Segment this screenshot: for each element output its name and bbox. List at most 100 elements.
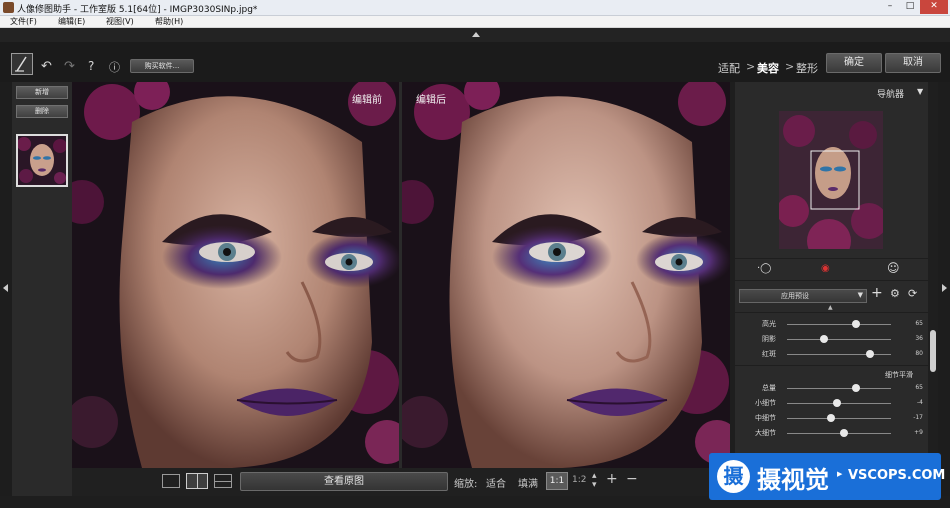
zoom-out-button[interactable]: − (626, 471, 638, 487)
zoom-1-2-button[interactable]: 1:2 (572, 475, 586, 485)
help-icon[interactable]: ? (88, 59, 94, 73)
collapse-handle-icon[interactable]: ▲ (828, 304, 833, 311)
add-preset-icon[interactable]: + (871, 285, 883, 301)
slider-row[interactable]: 小细节 -4 (735, 397, 928, 411)
reset-icon[interactable]: ⟳ (908, 287, 917, 300)
zoom-1-1-button[interactable]: 1:1 (546, 472, 568, 490)
navigator-preview[interactable] (779, 111, 883, 249)
preset-select[interactable]: 应用预设 ▼ (739, 289, 867, 303)
maximize-button[interactable]: □ (900, 0, 920, 14)
close-button[interactable]: ✕ (920, 0, 948, 14)
menu-help[interactable]: 帮助(H) (155, 16, 183, 28)
face-target-icon[interactable]: ·◯ (757, 263, 771, 274)
slider-row[interactable]: 红斑 80 (735, 348, 928, 362)
chevron-down-icon: ▼ (857, 291, 863, 299)
gear-icon[interactable]: ⚙ (890, 287, 900, 300)
image-viewer[interactable]: 编辑前 编辑后 (72, 82, 730, 468)
zoom-label: 缩放: (454, 479, 478, 490)
before-photo (72, 82, 399, 468)
watermark-badge: 摄 (717, 460, 750, 493)
slider-track[interactable] (787, 339, 891, 340)
cancel-button[interactable]: 取消 (885, 53, 941, 73)
slider-row[interactable]: 大细节 +9 (735, 427, 928, 441)
slider-label: 高光 (762, 320, 776, 328)
navigator-title: 导航器 (877, 90, 905, 100)
minimize-button[interactable]: – (880, 0, 900, 14)
slider-track[interactable] (787, 433, 891, 434)
delete-button[interactable]: 删除 (16, 105, 68, 118)
red-eye-icon[interactable]: ◉ (821, 263, 830, 274)
slider-row[interactable]: 阴影 36 (735, 333, 928, 347)
slider-label: 红斑 (762, 350, 776, 358)
crop-tool-icon[interactable] (11, 53, 33, 75)
right-panel-scrollbar[interactable] (928, 82, 938, 496)
slider-knob[interactable] (840, 429, 849, 437)
slider-value: 80 (915, 350, 923, 357)
bottom-bar: 查看原图 缩放: 适合 填满 1:1 1:2 ▴ ▾ + − (72, 468, 730, 496)
info-icon[interactable]: ⓘ (109, 59, 120, 75)
buy-software-button[interactable]: 购买软件... (130, 59, 194, 73)
slider-value: +9 (914, 429, 923, 436)
add-button[interactable]: 新增 (16, 86, 68, 99)
expand-left-icon[interactable] (3, 284, 8, 292)
top-collapse-bar[interactable] (0, 28, 950, 42)
slider-value: -17 (913, 414, 923, 421)
left-edge (0, 82, 12, 496)
slider-knob[interactable] (851, 320, 860, 328)
after-label: 编辑后 (416, 95, 446, 106)
view-original-button[interactable]: 查看原图 (240, 472, 448, 491)
title-bar: 人像修图助手 - 工作室版 5.1[64位] - IMGP3030SINp.jp… (0, 0, 950, 16)
zoom-in-button[interactable]: + (606, 471, 618, 487)
after-photo (402, 82, 730, 468)
step-beauty[interactable]: 美容 (757, 60, 779, 76)
watermark-text: 摄视觉 (757, 466, 829, 494)
slider-row[interactable]: 中细节 -17 (735, 412, 928, 426)
image-thumbnail[interactable] (16, 134, 68, 187)
slider-knob[interactable] (826, 414, 835, 422)
navigator-collapse-icon[interactable]: ▼ (917, 87, 923, 96)
slider-row[interactable]: 高光 65 (735, 318, 928, 332)
mask-icon[interactable]: ☺ (887, 261, 900, 275)
after-pane[interactable]: 编辑后 (402, 82, 730, 468)
undo-icon[interactable]: ↶ (41, 59, 52, 74)
step-fit[interactable]: 适配 (718, 60, 740, 76)
redo-icon[interactable]: ↷ (64, 59, 75, 74)
menu-view[interactable]: 视图(V) (106, 16, 134, 28)
split-horizontal-icon[interactable] (214, 474, 232, 488)
slider-row[interactable]: 总量 65 (735, 382, 928, 396)
right-edge (938, 82, 950, 496)
slider-knob[interactable] (866, 350, 875, 358)
slider-track[interactable] (787, 354, 891, 355)
split-vertical-icon[interactable] (186, 473, 208, 489)
watermark-logo: 摄 摄视觉 ▶ VSCOPS.COM (709, 453, 945, 500)
slider-knob[interactable] (820, 335, 829, 343)
window-title: 人像修图助手 - 工作室版 5.1[64位] - IMGP3030SINp.jp… (17, 5, 258, 15)
slider-knob[interactable] (851, 384, 860, 392)
collapse-up-icon[interactable] (472, 32, 480, 37)
slider-knob[interactable] (832, 399, 841, 407)
slider-track[interactable] (787, 388, 891, 389)
zoom-fill-button[interactable]: 填满 (518, 475, 538, 490)
slider-track[interactable] (787, 324, 891, 325)
thumbnail-panel: 新增 删除 (12, 82, 72, 496)
menu-edit[interactable]: 编辑(E) (58, 16, 85, 28)
slider-label: 阴影 (762, 335, 776, 343)
confirm-button[interactable]: 确定 (826, 53, 882, 73)
watermark-site: VSCOPS.COM (848, 468, 946, 483)
slider-value: 65 (915, 384, 923, 391)
slider-track[interactable] (787, 418, 891, 419)
toolbar: ↶ ↷ ? ⓘ 购买软件... 适配 > 美容 > 整形 确定 取消 (0, 42, 950, 82)
menu-file[interactable]: 文件(F) (10, 16, 37, 28)
slider-label: 大细节 (755, 429, 776, 437)
slider-value: 36 (915, 335, 923, 342)
slider-label: 中细节 (755, 414, 776, 422)
expand-right-icon[interactable] (942, 284, 947, 292)
zoom-fit-button[interactable]: 适合 (486, 475, 506, 490)
slider-label: 总量 (762, 384, 776, 392)
single-view-icon[interactable] (162, 474, 180, 488)
before-pane[interactable]: 编辑前 (72, 82, 399, 468)
zoom-stepper-icon[interactable]: ▴ ▾ (592, 472, 597, 490)
slider-label: 小细节 (755, 399, 776, 407)
scrollbar-thumb[interactable] (930, 330, 936, 372)
step-shape[interactable]: 整形 (796, 60, 818, 76)
